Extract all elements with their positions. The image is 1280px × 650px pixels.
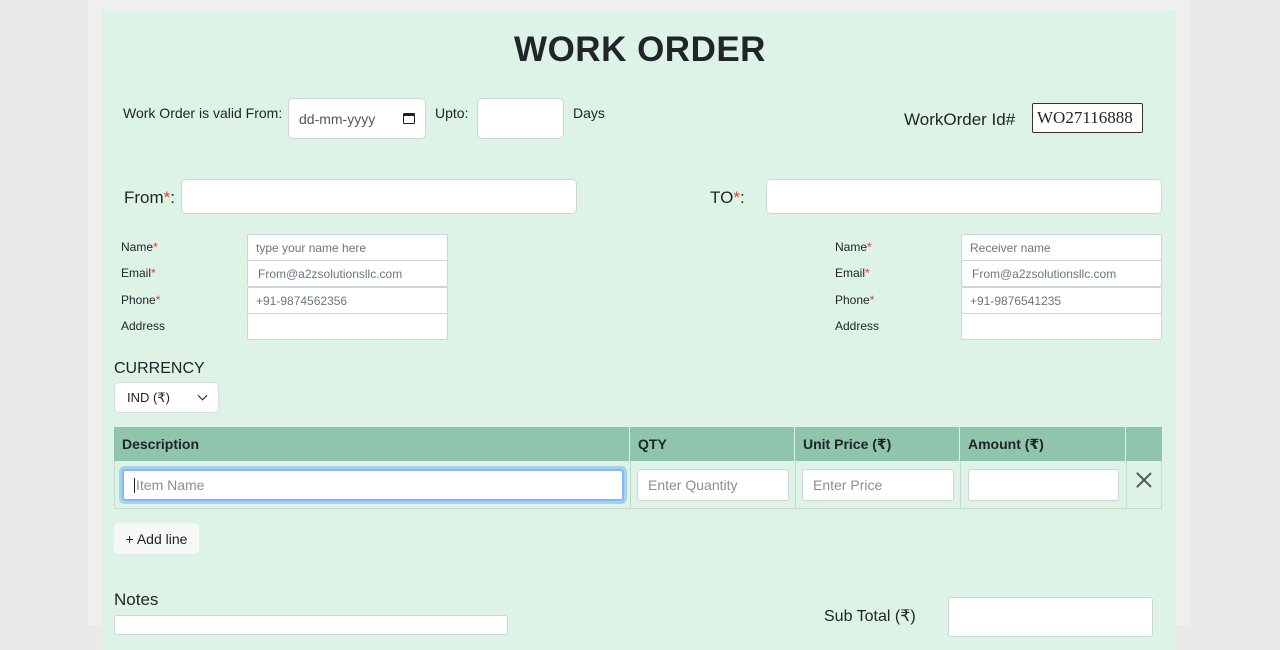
item-qty-placeholder: Enter Quantity [648,477,738,493]
column-header-qty: QTY [630,427,795,461]
required-mark: * [153,240,158,254]
currency-label: CURRENCY [114,360,205,377]
currency-selected-value: IND (₹) [127,389,170,405]
from-name-label: Name* [121,240,158,254]
to-name-placeholder: Receiver name [970,240,1051,255]
required-mark: * [733,188,740,207]
text-caret [134,477,135,493]
column-divider [795,461,796,508]
column-divider [960,461,961,508]
column-divider [630,461,631,508]
notes-textarea[interactable] [114,615,508,635]
days-label: Days [573,105,605,121]
to-name-input[interactable]: Receiver name [961,234,1162,261]
required-mark: * [867,240,872,254]
to-phone-label-text: Phone [835,293,870,307]
column-header-amount: Amount (₹) [960,427,1126,461]
from-email-label: Email* [121,266,156,280]
valid-from-label: Work Order is valid From: [123,105,283,121]
item-price-input[interactable]: Enter Price [802,469,954,501]
currency-select[interactable]: IND (₹) [114,382,219,413]
from-address-input[interactable] [247,313,448,340]
subtotal-label: Sub Total (₹) [824,608,916,625]
chevron-down-icon [197,390,208,401]
required-mark: * [151,266,156,280]
required-mark: * [869,293,875,307]
to-phone-label: Phone* [835,293,874,307]
from-label: From*: [124,188,175,208]
required-mark: * [865,266,870,280]
from-phone-label-text: Phone [121,293,156,307]
column-header-description: Description [114,427,630,461]
valid-from-date-input[interactable]: dd-mm-yyyy [288,98,426,139]
from-phone-input[interactable]: +91-9874562356 [247,287,448,314]
from-input[interactable] [181,179,577,214]
to-email-label: Email* [835,266,870,280]
from-email-input[interactable]: From@a2zsolutionsllc.com [247,260,448,287]
items-table-header: Description QTY Unit Price (₹) Amount (₹… [114,427,1162,461]
to-label: TO*: [710,188,745,208]
from-name-input[interactable]: type your name here [247,234,448,261]
from-name-label-text: Name [121,240,154,254]
to-input[interactable] [766,179,1162,214]
to-address-input[interactable] [961,313,1162,340]
to-label-text: TO [710,188,734,207]
upto-days-input[interactable] [477,98,564,139]
from-phone-label: Phone* [121,293,160,307]
to-email-label-text: Email [835,266,866,280]
required-mark: * [155,293,161,307]
item-amount-input[interactable] [968,469,1119,501]
remove-row-close-icon[interactable] [1135,471,1153,489]
upto-label: Upto: [435,105,469,121]
item-qty-input[interactable]: Enter Quantity [637,469,789,501]
item-description-placeholder: Item Name [136,477,205,493]
column-header-unit-price: Unit Price (₹) [795,427,960,461]
to-name-label: Name* [835,240,872,254]
item-price-placeholder: Enter Price [813,477,883,493]
to-phone-input[interactable]: +91-9876541235 [961,287,1162,314]
workorder-id-field[interactable]: WO27116888 [1032,103,1143,133]
page-title: WORK ORDER [514,30,766,69]
from-email-label-text: Email [121,266,152,280]
from-address-label: Address [121,319,166,333]
workorder-id-label: WorkOrder Id# [904,110,1016,129]
from-label-text: From [124,188,164,207]
item-description-input[interactable]: Item Name [122,469,624,501]
add-line-button[interactable]: + Add line [114,523,199,554]
to-email-input[interactable]: From@a2zsolutionsllc.com [961,260,1162,287]
to-label-colon: : [739,188,745,207]
date-placeholder: dd-mm-yyyy [299,110,376,127]
to-name-label-text: Name [835,240,868,254]
calendar-icon[interactable] [403,113,415,124]
from-label-colon: : [170,188,176,207]
subtotal-input[interactable] [948,597,1153,637]
from-name-placeholder: type your name here [256,240,367,255]
notes-label: Notes [114,590,159,609]
column-divider [1126,461,1127,508]
to-address-label: Address [835,319,880,333]
